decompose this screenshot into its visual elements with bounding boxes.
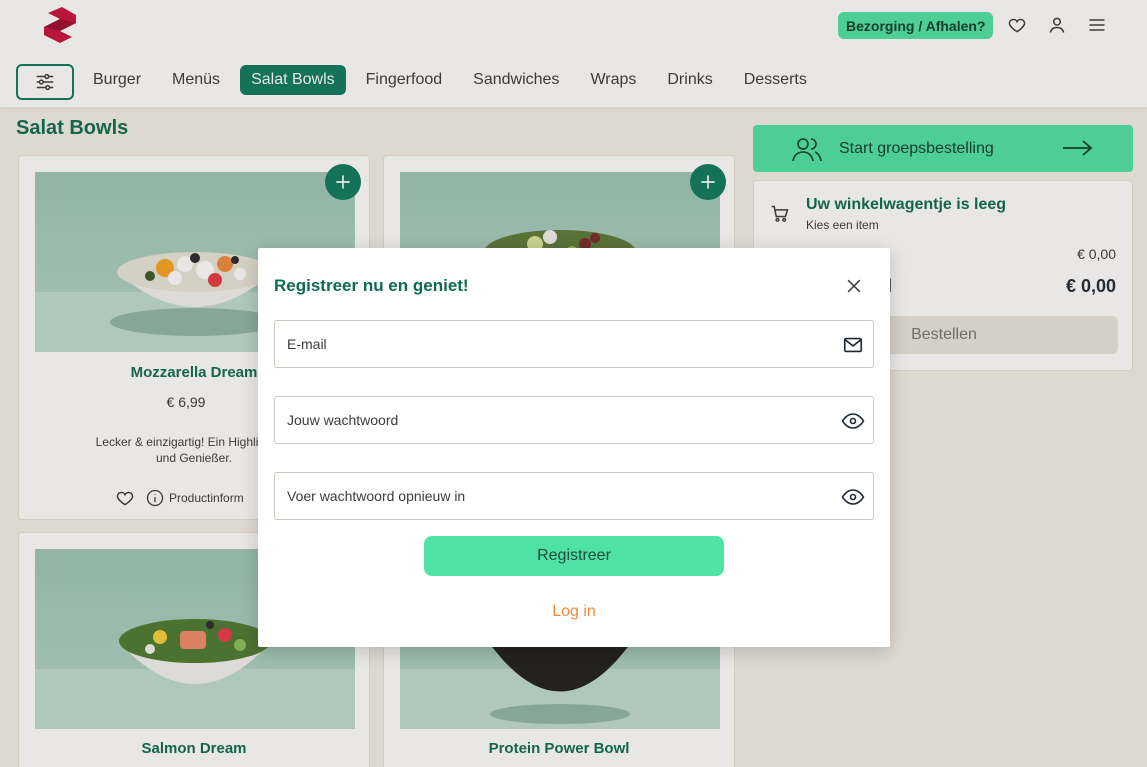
close-icon[interactable] bbox=[842, 274, 866, 298]
register-button[interactable]: Registreer bbox=[424, 536, 724, 576]
register-modal: Registreer nu en geniet! Registreer Log … bbox=[258, 248, 890, 647]
repeat-password-input[interactable] bbox=[275, 473, 830, 519]
repeat-password-field[interactable] bbox=[274, 472, 874, 520]
email-input[interactable] bbox=[275, 321, 830, 367]
eye-icon[interactable] bbox=[841, 409, 865, 433]
modal-title: Registreer nu en geniet! bbox=[274, 276, 469, 295]
login-link[interactable]: Log in bbox=[258, 603, 890, 621]
password-field[interactable] bbox=[274, 396, 874, 444]
mail-icon bbox=[841, 333, 865, 357]
email-field[interactable] bbox=[274, 320, 874, 368]
eye-icon[interactable] bbox=[841, 485, 865, 509]
password-input[interactable] bbox=[275, 397, 830, 443]
